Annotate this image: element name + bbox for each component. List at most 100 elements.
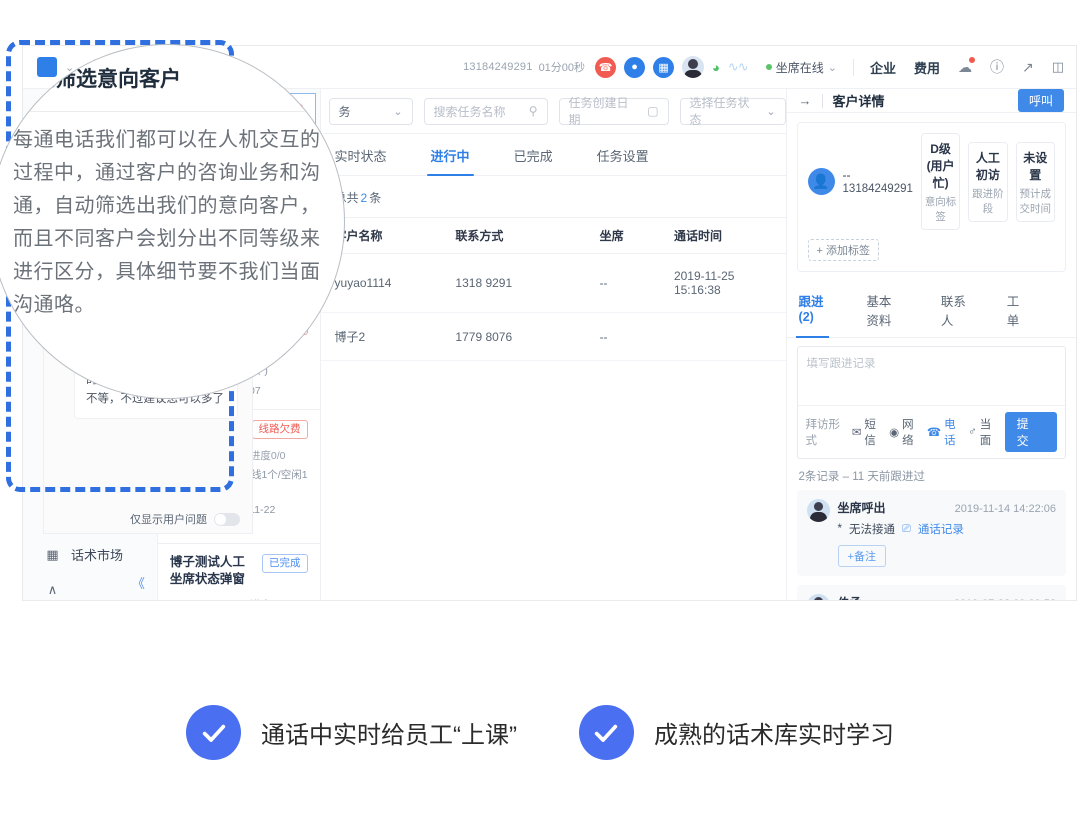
total-count: 2: [361, 191, 368, 205]
follow-up-note-box: 填写跟进记录 拜访形式 ✉ 短信 ◉ 网络 ☎ 电话: [797, 346, 1066, 459]
visit-option-in-person[interactable]: ♂ 当面: [968, 416, 997, 448]
task-type-value: 务: [339, 103, 351, 120]
search-input[interactable]: 搜索任务名称 ⚲: [424, 98, 548, 125]
attribute-intent-tag[interactable]: D级(用户忙) 意向标签: [921, 133, 960, 230]
attribute-label: 意向标签: [924, 194, 957, 224]
add-tag-button[interactable]: + 添加标签: [808, 239, 879, 261]
active-call-number: 13184249291: [463, 61, 533, 73]
column-header-contact[interactable]: 联系方式: [441, 218, 585, 254]
call-record-link[interactable]: 通话记录: [918, 521, 964, 537]
chevron-down-icon: ⌄: [393, 105, 402, 118]
attribute-value: 人工初访: [971, 149, 1004, 183]
record-star: *: [838, 523, 842, 535]
task-card-head: 博子测试人工坐席状态弹窗 已完成: [170, 554, 308, 588]
task-card[interactable]: 博子测试人工坐席状态弹窗 已完成 进度5/5: [158, 544, 320, 600]
phone-hangup-icon[interactable]: ☎: [595, 57, 616, 78]
microphone-icon[interactable]: ●: [624, 57, 645, 78]
status-placeholder: 选择任务状态: [690, 94, 759, 128]
phone-icon: ☎: [927, 425, 941, 439]
center-tabs: 实时状态 进行中 已完成 任务设置: [321, 134, 786, 176]
notification-icon[interactable]: ↗: [1022, 59, 1034, 76]
table-row[interactable]: yuyao1114 1318 9291 -- 2019-11-25 15:16:…: [321, 254, 786, 313]
tab-contacts[interactable]: 联系人: [941, 282, 967, 337]
panel-header: → 客户详情 呼叫: [787, 89, 1076, 113]
table-header: 客户名称 联系方式 坐席 通话时间: [321, 218, 786, 254]
call-button[interactable]: 呼叫: [1018, 89, 1064, 112]
submit-button[interactable]: 提 交: [1005, 412, 1057, 452]
status-badge: 线路欠费: [252, 420, 308, 439]
search-placeholder: 搜索任务名称: [434, 103, 506, 120]
help-icon[interactable]: ⓘ: [990, 57, 1004, 77]
globe-icon: ◉: [889, 425, 899, 439]
record-author: 坐席呼出: [838, 499, 886, 516]
panel-tabs: 跟进(2) 基本资料 联系人 工单: [787, 282, 1076, 338]
fullscreen-icon[interactable]: ◫: [1052, 59, 1062, 75]
customer-row: 👤 -- 13184249291 D级(用户忙) 意向标签 人工初访 跟进阶段: [808, 133, 1055, 230]
agent-status-selector[interactable]: 坐席在线 ⌄: [766, 59, 837, 76]
status-select[interactable]: 选择任务状态 ⌄: [680, 98, 786, 125]
customer-identity: -- 13184249291: [843, 168, 913, 195]
visit-option-label: 电话: [944, 416, 961, 448]
call-record-icon[interactable]: ⎚: [902, 523, 911, 536]
ai-panel-footer: 仅显示用户问题: [44, 511, 252, 527]
attribute-value: 未设置: [1019, 149, 1052, 183]
status-dot-icon: [766, 64, 772, 70]
attribute-follow-stage[interactable]: 人工初访 跟进阶段: [968, 142, 1007, 222]
sms-icon: ✉: [852, 425, 862, 439]
cell-call-time: [660, 313, 786, 361]
visit-option-phone[interactable]: ☎ 电话: [927, 416, 961, 448]
add-remark-button[interactable]: +备注: [838, 545, 886, 567]
keypad-icon[interactable]: ▦: [653, 57, 674, 78]
sidebar-item-label: 话术市场: [71, 545, 123, 564]
person-icon: ♂: [968, 426, 977, 438]
table-row[interactable]: 博子2 1779 8076 --: [321, 313, 786, 361]
record-line-1: 坐席呼出 2019-11-14 14:22:06: [838, 499, 1056, 516]
show-user-questions-toggle[interactable]: [214, 513, 240, 526]
visit-option-sms[interactable]: ✉ 短信: [852, 416, 882, 448]
arrow-right-icon[interactable]: →: [799, 93, 812, 108]
total-count-row: 总共2条: [321, 176, 786, 217]
check-circle-icon: [186, 705, 241, 760]
tab-in-progress[interactable]: 进行中: [431, 134, 470, 175]
feature-item: 通话中实时给员工“上课”: [186, 705, 517, 760]
chevron-down-icon: ⌄: [766, 105, 775, 118]
attribute-value: D级(用户忙): [924, 140, 957, 191]
feature-item: 成熟的话术库实时学习: [579, 705, 894, 760]
alert-badge-dot: [969, 57, 975, 63]
tab-follow-up[interactable]: 跟进(2): [799, 282, 827, 337]
show-user-questions-label: 仅显示用户问题: [130, 511, 207, 527]
progress-label: 进度5/5: [250, 597, 286, 600]
column-header-agent[interactable]: 坐席: [586, 218, 660, 254]
agent-avatar[interactable]: [682, 56, 704, 78]
tab-task-settings[interactable]: 任务设置: [597, 134, 649, 175]
avatar: [807, 594, 830, 601]
column-header-call-time[interactable]: 通话时间: [660, 218, 786, 254]
follow-up-textarea[interactable]: 填写跟进记录: [798, 347, 1065, 405]
tab-completed[interactable]: 已完成: [514, 134, 553, 175]
task-type-select[interactable]: 务 ⌄: [329, 98, 413, 125]
filter-bar: 务 ⌄ 搜索任务名称 ⚲ 任务创建日期 ▢ 选择任务状态 ⌄: [321, 89, 786, 134]
date-picker[interactable]: 任务创建日期 ▢: [559, 98, 669, 125]
tab-realtime-status[interactable]: 实时状态: [335, 134, 387, 175]
chevron-icon: ∧: [45, 582, 60, 597]
tab-work-order[interactable]: 工单: [1007, 282, 1024, 337]
sidebar-item-script-market[interactable]: ▦ 话术市场: [23, 536, 157, 573]
cloud-alert-icon[interactable]: ☁: [958, 59, 972, 76]
waveform-icon: ∿∿: [728, 59, 748, 75]
total-suffix: 条: [369, 191, 381, 205]
cell-name: 博子2: [321, 313, 442, 361]
attribute-expected-close[interactable]: 未设置 预计成交时间: [1016, 142, 1055, 222]
user-icon: 👤: [808, 168, 835, 195]
customer-summary-card: 👤 -- 13184249291 D级(用户忙) 意向标签 人工初访 跟进阶段: [797, 122, 1066, 272]
panel-divider: [822, 94, 823, 108]
enterprise-link[interactable]: 企业: [870, 58, 896, 77]
customer-detail-panel: → 客户详情 呼叫 👤 -- 13184249291 D级(用户忙) 意向标签: [786, 89, 1076, 600]
active-call-timer: 01分00秒: [539, 59, 585, 75]
tab-basic-info[interactable]: 基本资料: [866, 282, 901, 337]
visit-option-network[interactable]: ◉ 网络: [889, 416, 920, 448]
table-header-row: 客户名称 联系方式 坐席 通话时间: [321, 218, 786, 254]
sidebar-collapse-button[interactable]: 《: [132, 573, 145, 592]
calendar-icon: ▢: [647, 104, 658, 118]
fee-link[interactable]: 费用: [914, 58, 940, 77]
record-result: 无法接通: [849, 521, 895, 537]
